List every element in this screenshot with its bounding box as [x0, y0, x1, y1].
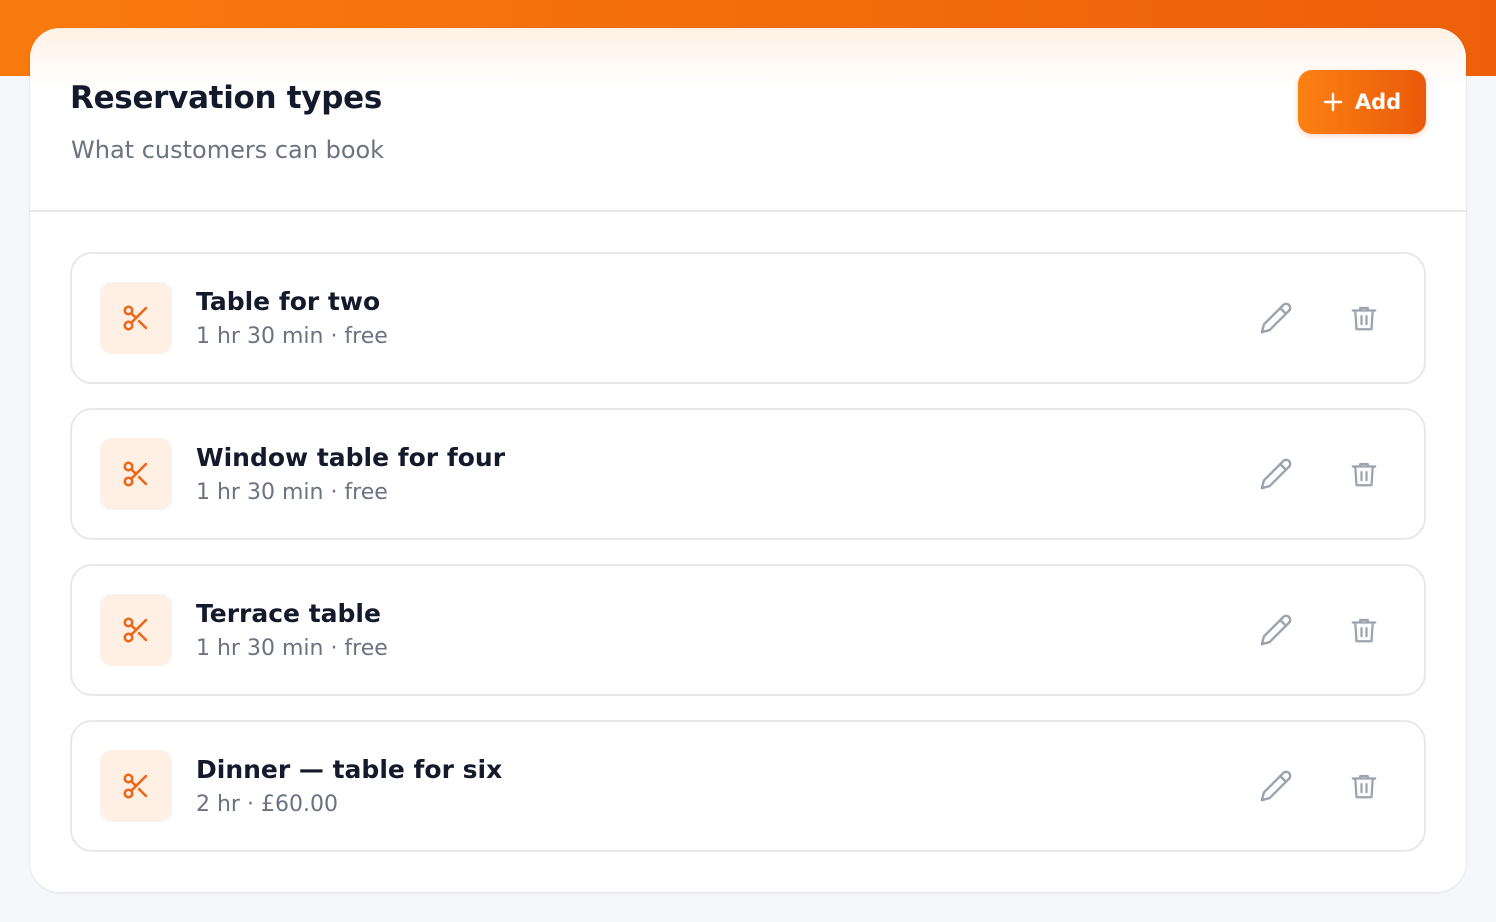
delete-button[interactable] [1338, 604, 1390, 656]
delete-button[interactable] [1338, 760, 1390, 812]
reservation-type-name: Dinner — table for six [196, 755, 503, 784]
pencil-icon [1259, 457, 1293, 491]
scissors-icon [100, 750, 172, 822]
reservation-types-card: Reservation types What customers can boo… [30, 28, 1466, 892]
reservation-type-meta: 1 hr 30 min · free [196, 636, 388, 661]
edit-button[interactable] [1250, 604, 1302, 656]
trash-icon [1349, 303, 1379, 333]
reservation-type-name: Terrace table [196, 599, 381, 628]
trash-icon [1349, 459, 1379, 489]
trash-icon [1349, 615, 1379, 645]
reservation-type-name: Window table for four [196, 443, 506, 472]
add-button[interactable]: Add [1298, 70, 1426, 134]
add-button-label: Add [1354, 90, 1402, 114]
pencil-icon [1259, 613, 1293, 647]
reservation-type-meta: 1 hr 30 min · free [196, 480, 388, 505]
reservation-type-meta: 1 hr 30 min · free [196, 324, 388, 349]
edit-button[interactable] [1250, 292, 1302, 344]
scissors-icon [100, 282, 172, 354]
pencil-icon [1259, 769, 1293, 803]
pencil-icon [1259, 301, 1293, 335]
reservation-type-list: Table for two 1 hr 30 min · free Window … [70, 252, 1426, 876]
delete-button[interactable] [1338, 292, 1390, 344]
reservation-type-name: Table for two [196, 287, 381, 316]
edit-button[interactable] [1250, 760, 1302, 812]
reservation-type-row: Window table for four 1 hr 30 min · free [70, 408, 1426, 540]
edit-button[interactable] [1250, 448, 1302, 500]
reservation-type-meta: 2 hr · £60.00 [196, 792, 338, 817]
reservation-type-row: Dinner — table for six 2 hr · £60.00 [70, 720, 1426, 852]
card-header: Reservation types What customers can boo… [30, 28, 1466, 212]
reservation-type-row: Terrace table 1 hr 30 min · free [70, 564, 1426, 696]
plus-icon [1323, 92, 1343, 112]
trash-icon [1349, 771, 1379, 801]
scissors-icon [100, 438, 172, 510]
delete-button[interactable] [1338, 448, 1390, 500]
reservation-type-row: Table for two 1 hr 30 min · free [70, 252, 1426, 384]
page-title: Reservation types [70, 80, 382, 116]
page-subtitle: What customers can book [71, 136, 385, 164]
scissors-icon [100, 594, 172, 666]
